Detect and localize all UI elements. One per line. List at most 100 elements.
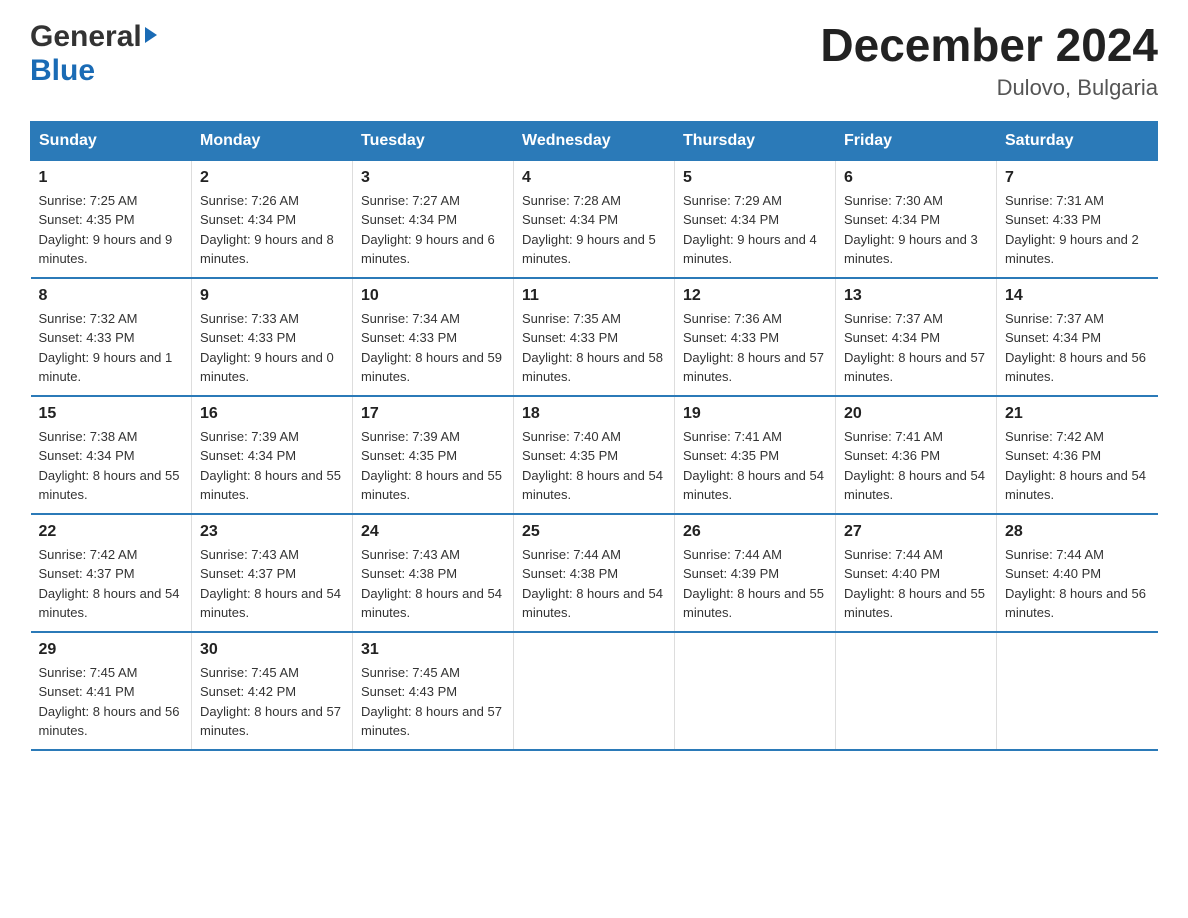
table-row: 15 Sunrise: 7:38 AMSunset: 4:34 PMDaylig… — [31, 396, 192, 514]
title-block: December 2024 Dulovo, Bulgaria — [820, 20, 1158, 101]
table-row: 7 Sunrise: 7:31 AMSunset: 4:33 PMDayligh… — [997, 160, 1158, 278]
day-info: Sunrise: 7:45 AMSunset: 4:41 PMDaylight:… — [39, 665, 180, 739]
header-wednesday: Wednesday — [514, 121, 675, 160]
day-number: 8 — [39, 287, 184, 305]
calendar-week-row: 29 Sunrise: 7:45 AMSunset: 4:41 PMDaylig… — [31, 632, 1158, 750]
table-row: 10 Sunrise: 7:34 AMSunset: 4:33 PMDaylig… — [353, 278, 514, 396]
table-row: 18 Sunrise: 7:40 AMSunset: 4:35 PMDaylig… — [514, 396, 675, 514]
day-number: 21 — [1005, 405, 1150, 423]
day-info: Sunrise: 7:42 AMSunset: 4:36 PMDaylight:… — [1005, 429, 1146, 503]
table-row: 29 Sunrise: 7:45 AMSunset: 4:41 PMDaylig… — [31, 632, 192, 750]
table-row: 31 Sunrise: 7:45 AMSunset: 4:43 PMDaylig… — [353, 632, 514, 750]
day-info: Sunrise: 7:40 AMSunset: 4:35 PMDaylight:… — [522, 429, 663, 503]
table-row: 27 Sunrise: 7:44 AMSunset: 4:40 PMDaylig… — [836, 514, 997, 632]
table-row: 19 Sunrise: 7:41 AMSunset: 4:35 PMDaylig… — [675, 396, 836, 514]
day-info: Sunrise: 7:45 AMSunset: 4:42 PMDaylight:… — [200, 665, 341, 739]
day-info: Sunrise: 7:43 AMSunset: 4:37 PMDaylight:… — [200, 547, 341, 621]
day-info: Sunrise: 7:38 AMSunset: 4:34 PMDaylight:… — [39, 429, 180, 503]
day-number: 24 — [361, 523, 505, 541]
day-number: 19 — [683, 405, 827, 423]
day-number: 11 — [522, 287, 666, 305]
day-info: Sunrise: 7:39 AMSunset: 4:35 PMDaylight:… — [361, 429, 502, 503]
day-info: Sunrise: 7:43 AMSunset: 4:38 PMDaylight:… — [361, 547, 502, 621]
calendar-table: Sunday Monday Tuesday Wednesday Thursday… — [30, 121, 1158, 751]
day-number: 12 — [683, 287, 827, 305]
header-saturday: Saturday — [997, 121, 1158, 160]
logo-arrow-icon — [145, 27, 157, 43]
day-number: 6 — [844, 169, 988, 187]
day-number: 9 — [200, 287, 344, 305]
calendar-week-row: 1 Sunrise: 7:25 AMSunset: 4:35 PMDayligh… — [31, 160, 1158, 278]
day-info: Sunrise: 7:44 AMSunset: 4:39 PMDaylight:… — [683, 547, 824, 621]
table-row: 20 Sunrise: 7:41 AMSunset: 4:36 PMDaylig… — [836, 396, 997, 514]
table-row: 28 Sunrise: 7:44 AMSunset: 4:40 PMDaylig… — [997, 514, 1158, 632]
day-number: 29 — [39, 641, 184, 659]
day-info: Sunrise: 7:27 AMSunset: 4:34 PMDaylight:… — [361, 193, 495, 267]
day-number: 2 — [200, 169, 344, 187]
day-number: 17 — [361, 405, 505, 423]
day-info: Sunrise: 7:34 AMSunset: 4:33 PMDaylight:… — [361, 311, 502, 385]
day-info: Sunrise: 7:42 AMSunset: 4:37 PMDaylight:… — [39, 547, 180, 621]
table-row: 2 Sunrise: 7:26 AMSunset: 4:34 PMDayligh… — [192, 160, 353, 278]
table-row — [514, 632, 675, 750]
day-info: Sunrise: 7:25 AMSunset: 4:35 PMDaylight:… — [39, 193, 173, 267]
day-info: Sunrise: 7:35 AMSunset: 4:33 PMDaylight:… — [522, 311, 663, 385]
page-header: General Blue December 2024 Dulovo, Bulga… — [30, 20, 1158, 101]
header-monday: Monday — [192, 121, 353, 160]
day-info: Sunrise: 7:44 AMSunset: 4:40 PMDaylight:… — [1005, 547, 1146, 621]
header-tuesday: Tuesday — [353, 121, 514, 160]
calendar-week-row: 8 Sunrise: 7:32 AMSunset: 4:33 PMDayligh… — [31, 278, 1158, 396]
calendar-week-row: 22 Sunrise: 7:42 AMSunset: 4:37 PMDaylig… — [31, 514, 1158, 632]
day-number: 16 — [200, 405, 344, 423]
day-number: 14 — [1005, 287, 1150, 305]
header-friday: Friday — [836, 121, 997, 160]
day-info: Sunrise: 7:41 AMSunset: 4:35 PMDaylight:… — [683, 429, 824, 503]
table-row: 3 Sunrise: 7:27 AMSunset: 4:34 PMDayligh… — [353, 160, 514, 278]
day-info: Sunrise: 7:29 AMSunset: 4:34 PMDaylight:… — [683, 193, 817, 267]
day-number: 20 — [844, 405, 988, 423]
logo-blue-text: Blue — [30, 54, 95, 88]
day-number: 18 — [522, 405, 666, 423]
day-number: 13 — [844, 287, 988, 305]
day-info: Sunrise: 7:31 AMSunset: 4:33 PMDaylight:… — [1005, 193, 1139, 267]
day-info: Sunrise: 7:36 AMSunset: 4:33 PMDaylight:… — [683, 311, 824, 385]
table-row: 12 Sunrise: 7:36 AMSunset: 4:33 PMDaylig… — [675, 278, 836, 396]
day-number: 4 — [522, 169, 666, 187]
table-row: 13 Sunrise: 7:37 AMSunset: 4:34 PMDaylig… — [836, 278, 997, 396]
day-info: Sunrise: 7:37 AMSunset: 4:34 PMDaylight:… — [1005, 311, 1146, 385]
day-info: Sunrise: 7:26 AMSunset: 4:34 PMDaylight:… — [200, 193, 334, 267]
table-row — [675, 632, 836, 750]
table-row: 11 Sunrise: 7:35 AMSunset: 4:33 PMDaylig… — [514, 278, 675, 396]
day-info: Sunrise: 7:44 AMSunset: 4:40 PMDaylight:… — [844, 547, 985, 621]
calendar-week-row: 15 Sunrise: 7:38 AMSunset: 4:34 PMDaylig… — [31, 396, 1158, 514]
day-number: 25 — [522, 523, 666, 541]
day-number: 10 — [361, 287, 505, 305]
header-sunday: Sunday — [31, 121, 192, 160]
day-number: 28 — [1005, 523, 1150, 541]
table-row — [836, 632, 997, 750]
day-info: Sunrise: 7:30 AMSunset: 4:34 PMDaylight:… — [844, 193, 978, 267]
day-number: 5 — [683, 169, 827, 187]
day-number: 31 — [361, 641, 505, 659]
day-number: 22 — [39, 523, 184, 541]
day-info: Sunrise: 7:28 AMSunset: 4:34 PMDaylight:… — [522, 193, 656, 267]
table-row: 30 Sunrise: 7:45 AMSunset: 4:42 PMDaylig… — [192, 632, 353, 750]
day-info: Sunrise: 7:41 AMSunset: 4:36 PMDaylight:… — [844, 429, 985, 503]
table-row: 26 Sunrise: 7:44 AMSunset: 4:39 PMDaylig… — [675, 514, 836, 632]
day-info: Sunrise: 7:39 AMSunset: 4:34 PMDaylight:… — [200, 429, 341, 503]
day-info: Sunrise: 7:45 AMSunset: 4:43 PMDaylight:… — [361, 665, 502, 739]
day-info: Sunrise: 7:37 AMSunset: 4:34 PMDaylight:… — [844, 311, 985, 385]
logo: General Blue — [30, 20, 157, 88]
logo-general-text: General — [30, 20, 142, 54]
table-row: 22 Sunrise: 7:42 AMSunset: 4:37 PMDaylig… — [31, 514, 192, 632]
table-row: 1 Sunrise: 7:25 AMSunset: 4:35 PMDayligh… — [31, 160, 192, 278]
day-info: Sunrise: 7:44 AMSunset: 4:38 PMDaylight:… — [522, 547, 663, 621]
day-number: 15 — [39, 405, 184, 423]
day-number: 26 — [683, 523, 827, 541]
table-row: 17 Sunrise: 7:39 AMSunset: 4:35 PMDaylig… — [353, 396, 514, 514]
calendar-header-row: Sunday Monday Tuesday Wednesday Thursday… — [31, 121, 1158, 160]
table-row: 24 Sunrise: 7:43 AMSunset: 4:38 PMDaylig… — [353, 514, 514, 632]
table-row: 5 Sunrise: 7:29 AMSunset: 4:34 PMDayligh… — [675, 160, 836, 278]
table-row: 14 Sunrise: 7:37 AMSunset: 4:34 PMDaylig… — [997, 278, 1158, 396]
day-number: 1 — [39, 169, 184, 187]
